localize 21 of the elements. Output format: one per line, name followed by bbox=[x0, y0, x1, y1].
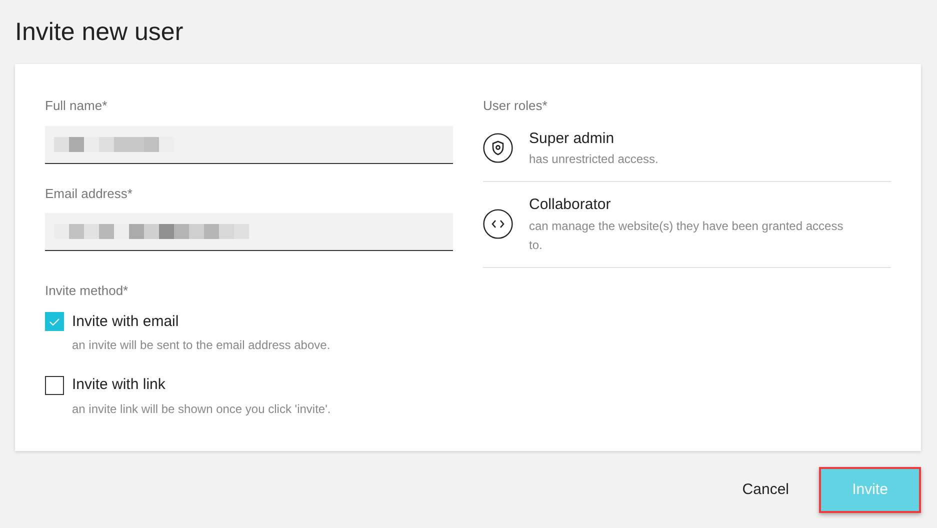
checkbox[interactable] bbox=[45, 312, 64, 332]
text-field[interactable] bbox=[45, 213, 453, 251]
role-name: Collaborator bbox=[529, 195, 611, 215]
field-label: Invite method* bbox=[45, 282, 128, 300]
code-icon bbox=[483, 209, 513, 240]
role-description: has unrestricted access. bbox=[529, 151, 660, 168]
shield-icon bbox=[483, 133, 513, 164]
check-icon bbox=[49, 318, 60, 326]
role-name: Super admin bbox=[529, 128, 614, 148]
option-hint: an invite link will be shown once you click 'invite'. bbox=[72, 400, 331, 418]
section-label: User roles* bbox=[483, 97, 548, 115]
option-label: Invite with link bbox=[72, 375, 166, 395]
field-label: Email address* bbox=[45, 184, 132, 202]
page-title: Invite new user bbox=[15, 17, 184, 48]
option-hint: an invite will be sent to the email address above. bbox=[72, 337, 330, 354]
cancel-button[interactable]: Cancel bbox=[738, 467, 793, 513]
checkbox[interactable] bbox=[45, 376, 64, 395]
text-field[interactable] bbox=[45, 126, 453, 164]
role-description: can manage the website(s) they have been granted access to. bbox=[529, 218, 844, 254]
option-label: Invite with email bbox=[72, 312, 179, 332]
field-label: Full name* bbox=[45, 97, 108, 115]
